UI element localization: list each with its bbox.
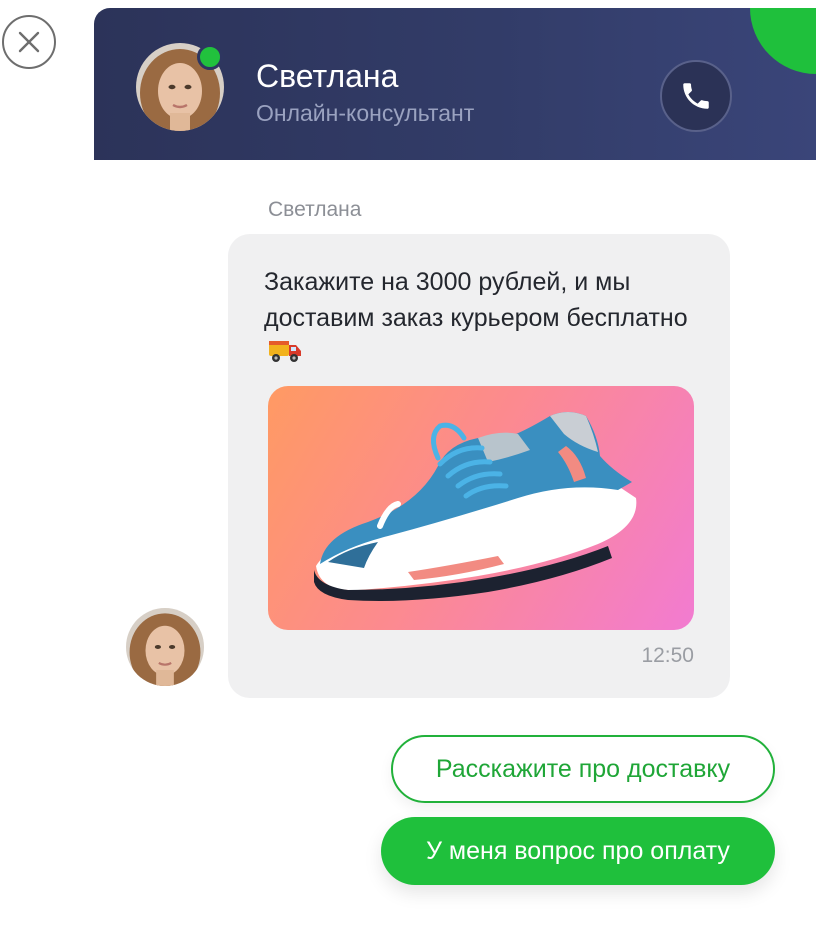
- delivery-truck-icon: [268, 336, 302, 374]
- phone-icon: [683, 83, 709, 109]
- message-text: Закажите на 3000 рублей, и мы доставим з…: [264, 268, 688, 332]
- message-bubble: Закажите на 3000 рублей, и мы доставим з…: [228, 234, 730, 698]
- message-agent-avatar: [126, 608, 204, 686]
- message-text-block: Закажите на 3000 рублей, и мы доставим з…: [264, 264, 704, 374]
- product-image[interactable]: [268, 386, 694, 630]
- quick-reply-payment[interactable]: У меня вопрос про оплату: [381, 817, 775, 885]
- call-button[interactable]: [660, 60, 732, 132]
- agent-role: Онлайн-консультант: [256, 100, 475, 126]
- corner-accent: [750, 8, 816, 74]
- chat-header: Светлана Онлайн-консультант: [94, 8, 816, 160]
- close-button[interactable]: [2, 15, 56, 69]
- message-time: 12:50: [641, 644, 694, 667]
- quick-reply-delivery[interactable]: Расскажите про доставку: [391, 735, 775, 803]
- agent-name: Светлана: [256, 58, 399, 94]
- close-icon: [18, 31, 40, 53]
- online-status-indicator: [197, 44, 223, 70]
- message-sender-name: Светлана: [268, 198, 362, 221]
